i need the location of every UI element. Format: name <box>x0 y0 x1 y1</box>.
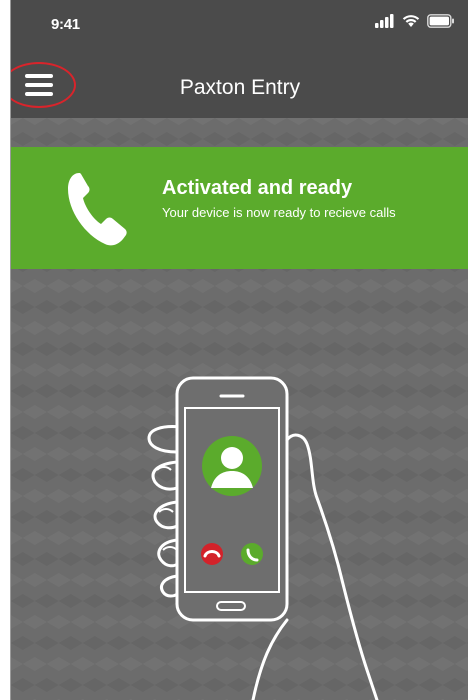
battery-icon <box>427 14 454 28</box>
banner-title: Activated and ready <box>162 177 353 199</box>
page-title: Paxton Entry <box>179 76 301 99</box>
phone-in-hand-illustration <box>147 376 379 700</box>
nav-bar: Paxton Entry <box>11 54 468 118</box>
page-margin <box>0 0 10 700</box>
signal-icon <box>375 14 394 28</box>
accept-call-icon <box>241 543 263 565</box>
status-time: 9:41 <box>51 16 80 33</box>
app-screen: 9:41 Paxton Entry Activated and ready Yo… <box>10 0 468 700</box>
status-icons <box>375 14 455 28</box>
status-banner: Activated and ready Your device is now r… <box>11 147 468 269</box>
phone-handset-icon <box>68 173 127 246</box>
wifi-icon <box>402 15 420 27</box>
avatar-icon <box>202 436 262 496</box>
banner-subtitle: Your device is now ready to recieve call… <box>162 205 396 220</box>
status-bar: 9:41 <box>11 0 468 54</box>
decline-call-icon <box>201 543 223 565</box>
